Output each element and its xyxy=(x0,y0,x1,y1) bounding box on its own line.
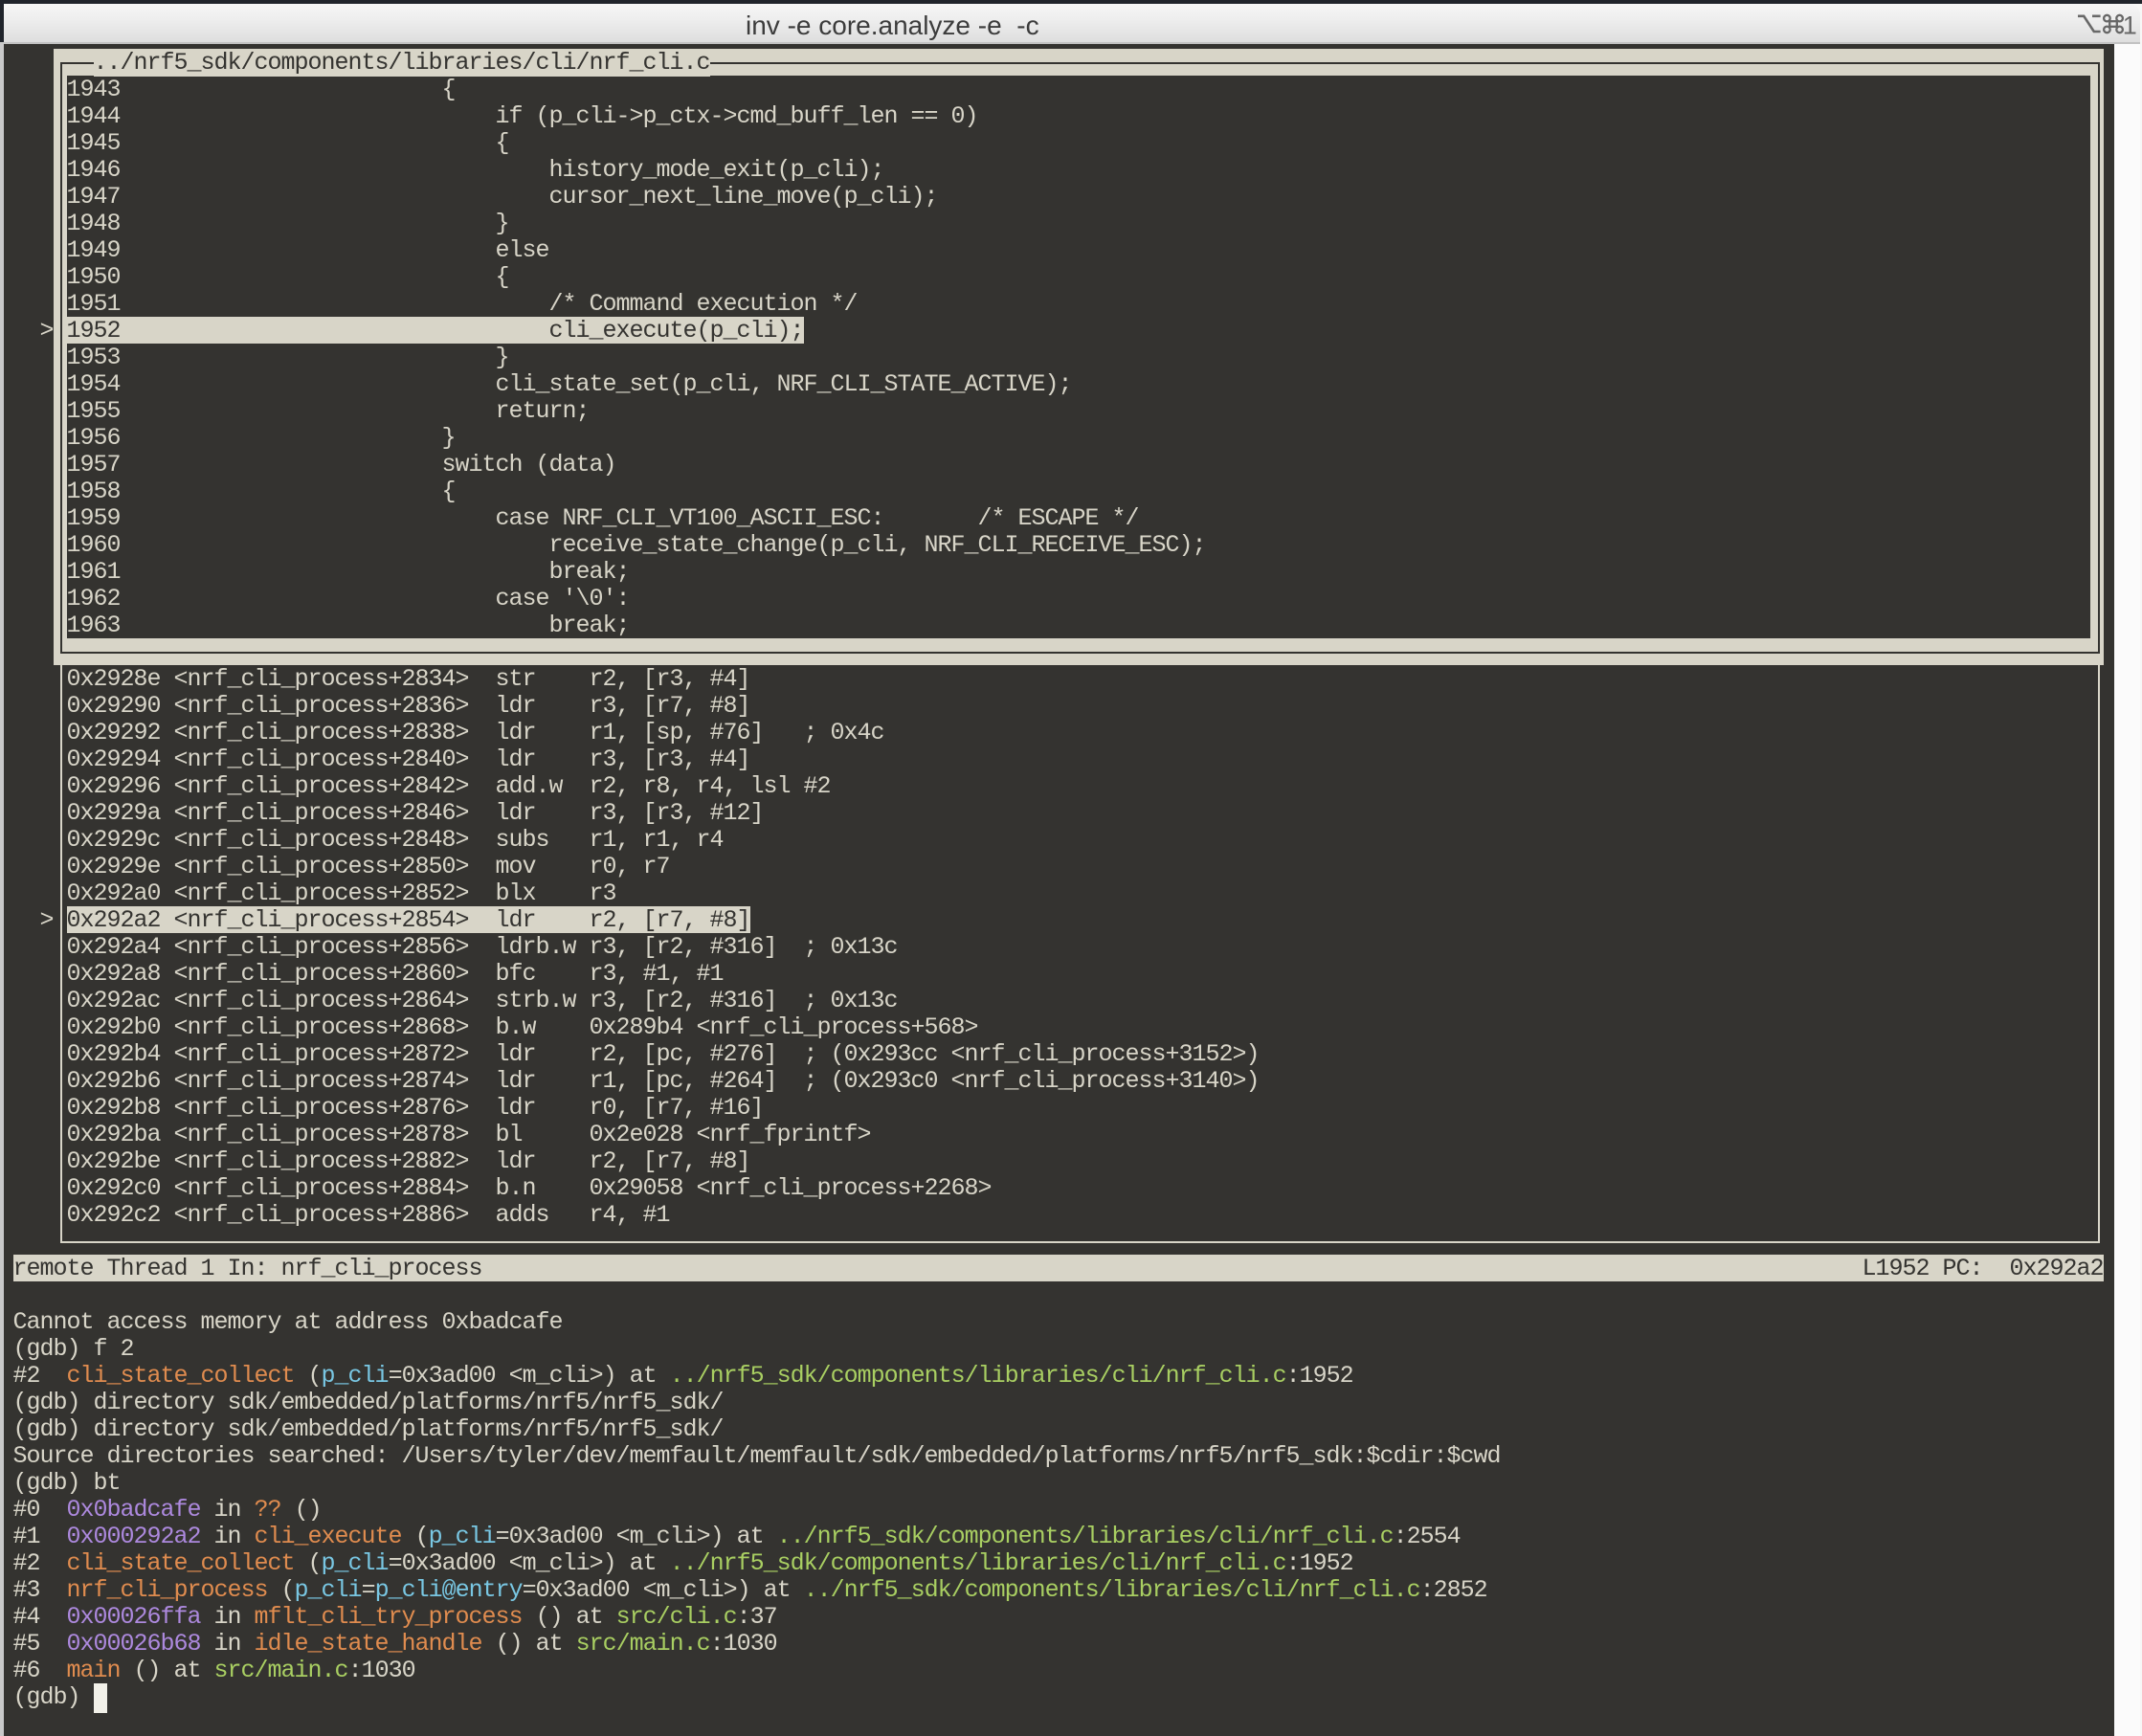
svg-text:1: 1 xyxy=(2123,11,2136,40)
